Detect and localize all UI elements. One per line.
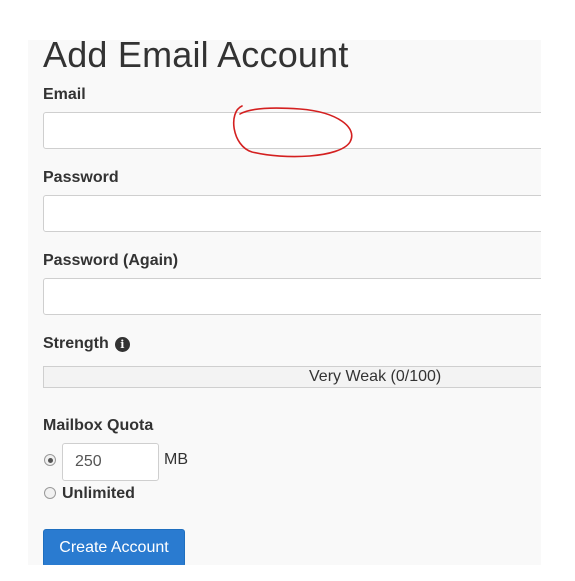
strength-text: Very Weak (0/100) [309,368,442,385]
password-again-field[interactable] [43,278,541,315]
strength-label: Strength i [43,335,130,353]
email-label-text: Email [43,86,86,103]
strength-label-text: Strength [43,335,109,352]
password-again-label-text: Password (Again) [43,252,179,269]
email-label: Email [43,86,86,104]
info-icon[interactable]: i [114,336,130,352]
mailbox-quota-label-text: Mailbox Quota [43,417,154,434]
password-label: Password [43,169,119,187]
form-panel: Add Email Account Email Password Passwor… [28,40,541,565]
quota-unlimited-label[interactable]: Unlimited [62,485,135,503]
quota-custom-radio[interactable] [44,454,56,466]
quota-input[interactable] [62,443,159,481]
password-field[interactable] [43,195,541,232]
password-strength-meter: Very Weak (0/100) [43,366,541,388]
email-field[interactable] [43,112,541,149]
password-label-text: Password [43,169,119,186]
quota-unlimited-radio[interactable] [44,487,56,499]
page-title: Add Email Account [43,40,349,75]
quota-unit: MB [164,451,188,468]
mailbox-quota-label: Mailbox Quota [43,417,153,435]
create-account-button[interactable]: Create Account [43,529,185,565]
password-again-label: Password (Again) [43,252,178,270]
